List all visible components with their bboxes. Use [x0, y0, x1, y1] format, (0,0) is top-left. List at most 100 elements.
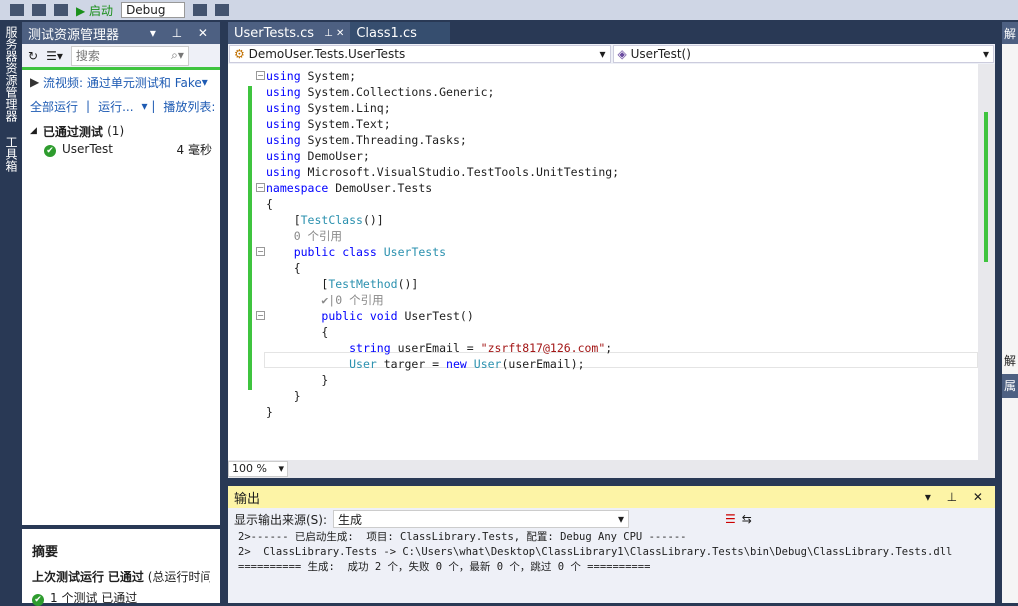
- bookmark-icon[interactable]: [193, 4, 208, 16]
- code-line: User targer = new User(userEmail);: [266, 356, 585, 372]
- output-text[interactable]: 2>------ 已启动生成: 项目: ClassLibrary.Tests, …: [228, 530, 995, 575]
- class-dropdown[interactable]: ⚙ DemoUser.Tests.UserTests ▾: [229, 45, 611, 63]
- code-token: [: [266, 277, 329, 291]
- tab-class1[interactable]: Class1.cs: [350, 22, 451, 44]
- output-line: 2> ClassLibrary.Tests -> C:\Users\what\D…: [238, 546, 953, 558]
- output-line: 2>------ 已启动生成: 项目: ClassLibrary.Tests, …: [238, 531, 687, 543]
- source-dropdown[interactable]: 生成 ▾: [333, 510, 630, 528]
- code-token: targer =: [376, 357, 447, 371]
- code-token: System.Collections.Generic;: [300, 85, 495, 99]
- test-item[interactable]: ✔ UserTest 4 毫秒: [22, 140, 220, 158]
- class-name: DemoUser.Tests.UserTests: [248, 47, 406, 61]
- video-icon: ▶: [30, 75, 44, 89]
- collapse-icon[interactable]: −: [256, 247, 265, 256]
- code-token: (userEmail);: [501, 357, 585, 371]
- code-line: namespace DemoUser.Tests: [266, 180, 432, 196]
- code-token: using: [266, 165, 301, 179]
- collapse-icon[interactable]: −: [256, 183, 265, 192]
- code-line: public void UserTest(): [266, 308, 474, 324]
- group-by-icon[interactable]: ☰▾: [46, 49, 63, 63]
- code-line: }: [266, 404, 273, 420]
- code-token: }: [266, 389, 301, 403]
- pass-icon: ✔: [32, 594, 44, 606]
- code-token: User: [473, 357, 502, 371]
- save-icon[interactable]: [32, 4, 46, 16]
- tab-label: UserTests.cs: [234, 25, 315, 41]
- code-token: }: [266, 373, 329, 387]
- code-line: using System.Threading.Tasks;: [266, 132, 467, 148]
- code-token: System.Text;: [300, 117, 391, 131]
- code-line: public class UserTests: [266, 244, 446, 260]
- zoom-value: 100 %: [232, 462, 267, 475]
- expand-icon[interactable]: ◢: [30, 126, 37, 136]
- pin-icon[interactable]: ⊥ ✕: [324, 28, 344, 39]
- code-token: UserTest(): [397, 309, 474, 323]
- code-token: userEmail =: [390, 341, 481, 355]
- code-token: namespace: [266, 181, 329, 195]
- code-token: ()]: [397, 277, 419, 291]
- member-dropdown[interactable]: ◈ UserTest() ▾: [612, 45, 994, 63]
- group-count: (1): [107, 124, 125, 138]
- method-icon: ◈: [617, 47, 627, 61]
- code-token: ;: [605, 341, 613, 355]
- code-token: using: [266, 117, 301, 131]
- code-token: using: [266, 149, 301, 163]
- refresh-icon[interactable]: ↻: [28, 49, 38, 63]
- code-token: Microsoft.VisualStudio.TestTools.UnitTes…: [300, 165, 620, 179]
- search-input[interactable]: 搜索 ⌕▾: [70, 45, 189, 66]
- collapse-icon[interactable]: −: [256, 71, 265, 80]
- config-dropdown[interactable]: Debug: [121, 2, 186, 18]
- tab-label: Class1.cs: [356, 25, 417, 41]
- output-toolbar: 显示输出来源(S): 生成 ▾ ☰ ⇆: [228, 508, 995, 530]
- test-explorer-panel: 测试资源管理器 ▾ ⊥ ✕ ↻ ☰▾ 搜索 ⌕▾ ▶ 流视频: 通过单元测试和 F…: [22, 22, 220, 606]
- test-explorer-toolbar: ↻ ☰▾ 搜索 ⌕▾: [22, 44, 220, 70]
- back-icon[interactable]: [10, 4, 24, 16]
- class-icon: ⚙: [234, 47, 245, 61]
- start-button[interactable]: ▶ 启动: [76, 2, 113, 19]
- zoom-dropdown[interactable]: 100 % ▾: [228, 461, 288, 477]
- code-token: TestClass: [300, 213, 363, 227]
- code-token: }: [266, 405, 273, 419]
- run-all-link[interactable]: 全部运行: [30, 98, 78, 115]
- word-wrap-icon[interactable]: ⇆: [742, 512, 752, 526]
- collapse-icon[interactable]: −: [256, 311, 265, 320]
- code-token: void: [369, 309, 398, 323]
- scroll-change-marker: [984, 112, 988, 262]
- code-token: User: [349, 357, 377, 371]
- test-explorer-header: 测试资源管理器 ▾ ⊥ ✕: [22, 22, 220, 44]
- panel-controls[interactable]: ▾ ⊥ ✕: [150, 26, 214, 40]
- properties-title: 属: [1002, 374, 1018, 398]
- run-link[interactable]: 运行...: [98, 98, 133, 115]
- code-line: {: [266, 324, 328, 340]
- code-token: {: [266, 197, 273, 211]
- toolbox-tab[interactable]: 工具箱: [0, 136, 20, 172]
- server-explorer-tab[interactable]: 服务器资源管理器: [0, 26, 20, 122]
- tab-usertests[interactable]: UserTests.cs ⊥ ✕: [228, 22, 351, 44]
- search-icon[interactable]: ⌕▾: [171, 48, 184, 63]
- code-token: public: [293, 245, 336, 259]
- playlist-link[interactable]: 播放列表:: [163, 98, 215, 115]
- clear-all-icon[interactable]: ☰: [725, 512, 736, 526]
- code-token: using: [266, 85, 301, 99]
- save-all-icon[interactable]: [54, 4, 68, 16]
- passed-group[interactable]: ◢ 已通过测试 (1): [22, 122, 220, 140]
- code-area[interactable]: using System; − using System.Collections.G…: [228, 64, 995, 460]
- run-time: (总运行时间: [147, 570, 210, 584]
- vertical-scrollbar[interactable]: [978, 64, 995, 460]
- bookmark-next-icon[interactable]: [215, 4, 230, 16]
- code-token: using: [266, 133, 301, 147]
- panel-controls[interactable]: ▾ ⊥ ✕: [925, 490, 989, 504]
- solution-explorer-panel: 解 解 属: [1002, 22, 1018, 603]
- code-token: using: [266, 101, 301, 115]
- code-token: System.Linq;: [300, 101, 391, 115]
- panel-title: 测试资源管理器: [28, 27, 120, 43]
- left-tool-strip: 服务器资源管理器 工具箱: [0, 22, 20, 602]
- panel-tab[interactable]: 解: [1002, 350, 1018, 371]
- output-panel: 输出 ▾ ⊥ ✕ 显示输出来源(S): 生成 ▾ ☰ ⇆ 2>------ 已启动…: [228, 486, 995, 603]
- code-token: using: [266, 69, 301, 83]
- output-line: ========== 生成: 成功 2 个，失败 0 个，最新 0 个，跳过 0…: [238, 561, 651, 573]
- video-link[interactable]: ▶ 流视频: 通过单元测试和 Fake ▾: [22, 70, 220, 94]
